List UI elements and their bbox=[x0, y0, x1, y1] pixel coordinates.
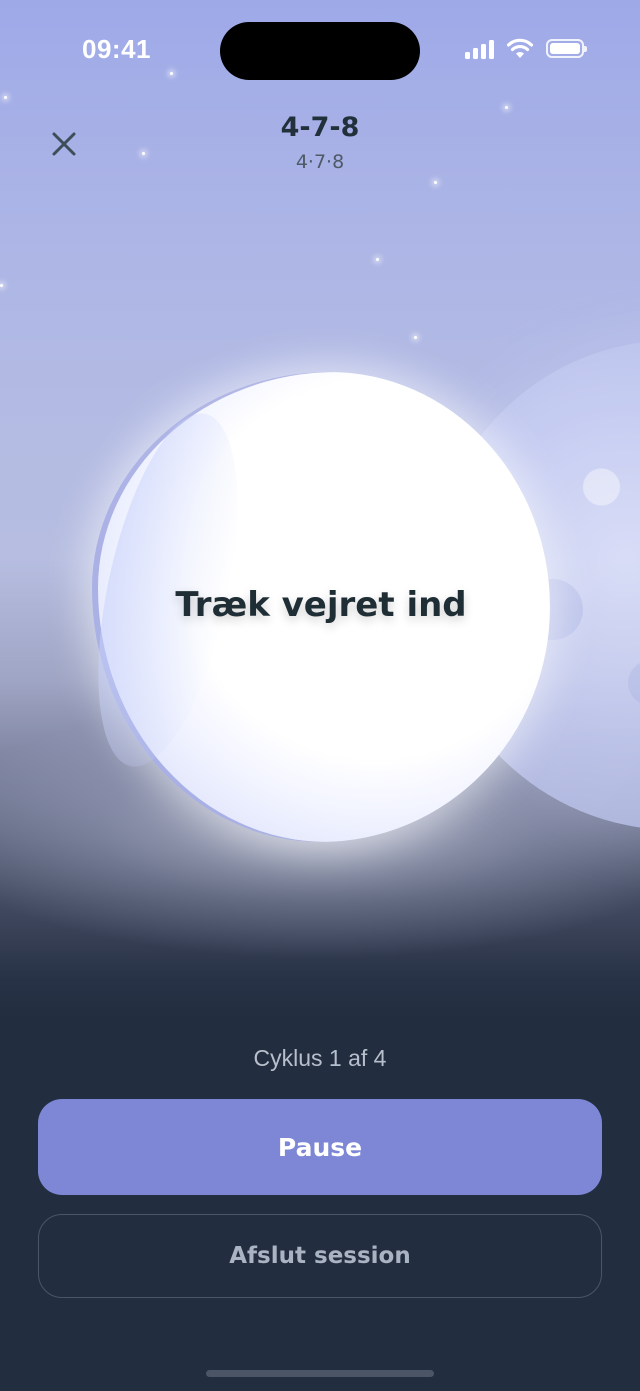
status-time: 09:41 bbox=[82, 34, 151, 64]
breathing-screen: 09:41 4-7-8 4·7·8 Træk vejret ind Cyklus… bbox=[0, 0, 640, 1391]
dynamic-island bbox=[220, 22, 420, 80]
star bbox=[0, 284, 3, 287]
pause-button[interactable]: Pause bbox=[38, 1099, 602, 1195]
star bbox=[505, 106, 508, 109]
wifi-icon bbox=[506, 38, 534, 58]
star bbox=[4, 96, 7, 99]
star bbox=[434, 181, 437, 184]
home-indicator[interactable] bbox=[206, 1370, 434, 1377]
page-title: 4-7-8 bbox=[280, 112, 360, 143]
page-subtitle: 4·7·8 bbox=[295, 151, 345, 173]
end-session-button[interactable]: Afslut session bbox=[38, 1214, 602, 1298]
cycle-counter: Cyklus 1 af 4 bbox=[253, 1045, 387, 1071]
star bbox=[414, 336, 417, 339]
battery-level bbox=[550, 43, 580, 54]
status-icons bbox=[465, 38, 587, 59]
breathing-phase-text: Træk vejret ind bbox=[175, 585, 467, 625]
cellular-signal-icon bbox=[465, 39, 494, 59]
star bbox=[376, 258, 379, 261]
star bbox=[170, 72, 173, 75]
battery-icon bbox=[546, 39, 587, 58]
